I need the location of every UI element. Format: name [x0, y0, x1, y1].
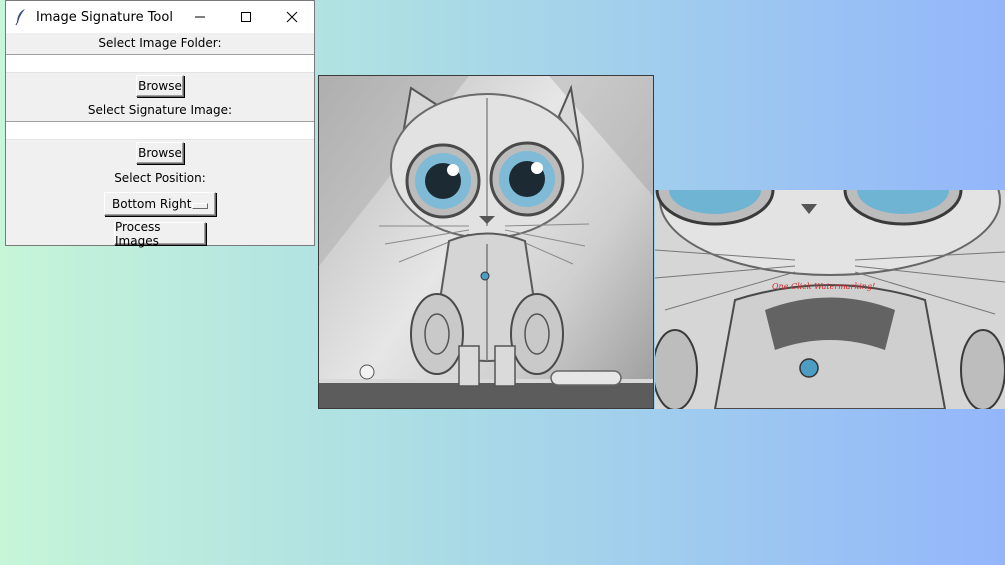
folder-label: Select Image Folder: — [98, 36, 222, 50]
window-title: Image Signature Tool — [36, 9, 173, 25]
signature-input[interactable] — [6, 121, 314, 140]
maximize-icon — [240, 11, 252, 23]
minimize-icon — [194, 11, 206, 23]
position-select[interactable]: Bottom Right — [104, 192, 216, 216]
process-images-button[interactable]: Process Images — [114, 220, 206, 248]
browse-folder-button[interactable]: Browse — [136, 75, 184, 97]
position-label: Select Position: — [114, 171, 206, 185]
title-bar[interactable]: Image Signature Tool — [6, 1, 314, 33]
signature-label: Select Signature Image: — [87, 103, 233, 117]
source-image-preview — [318, 75, 654, 409]
maximize-button[interactable] — [223, 1, 269, 33]
folder-input[interactable] — [6, 54, 314, 73]
close-icon — [286, 11, 298, 23]
position-selected-value: Bottom Right — [112, 197, 192, 211]
watermark-text: One Click Watermarking! — [772, 282, 876, 291]
close-button[interactable] — [269, 1, 315, 33]
browse-signature-button[interactable]: Browse — [136, 142, 184, 164]
minimize-button[interactable] — [177, 1, 223, 33]
output-image-preview — [655, 190, 1005, 409]
app-window: Image Signature Tool Select Image Folder… — [5, 0, 315, 248]
robot-cat-image — [319, 76, 653, 408]
feather-icon — [8, 1, 34, 33]
watermarked-image — [655, 190, 1005, 409]
option-menu-indicator — [192, 203, 208, 209]
